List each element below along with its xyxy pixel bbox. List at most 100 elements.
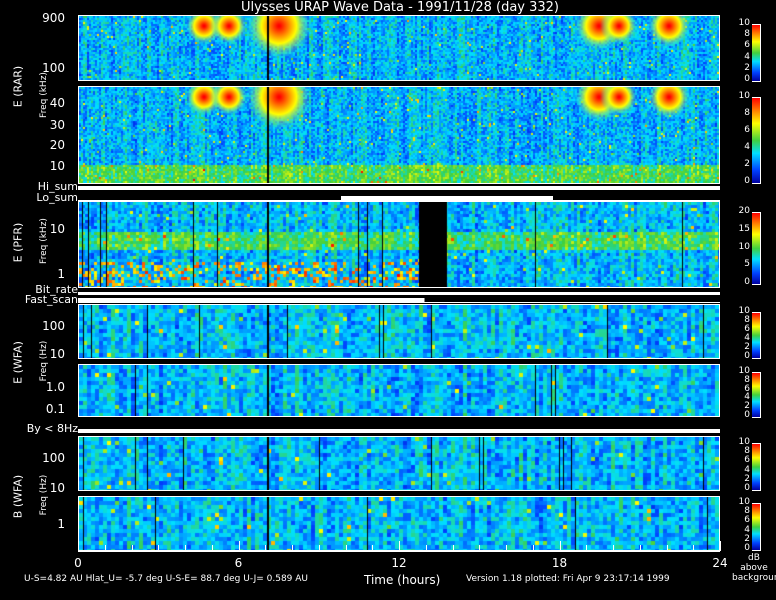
flag-fast-scan-label: Fast_scan [24,293,78,306]
y-tick-label: 20 [49,138,65,152]
x-tick-mark [185,545,186,551]
colorbar-tick-label: 0 [744,351,750,361]
colorbar-tick-label: 0 [744,483,750,493]
x-tick-mark [425,545,427,551]
wfa-b-label: B (WFA) [11,474,25,519]
y-tick-label: 100 [42,61,65,75]
colorbar-tick-label: 0 [744,543,750,553]
x-axis-label: Time (hours) [364,573,441,587]
colorbar-tick-label: 2 [744,159,750,169]
colorbar-tick-label: 6 [744,40,750,51]
x-tick-mark [452,545,454,551]
wfa-e-label: E (WFA) [11,341,25,384]
spectrogram-heatmap [79,87,719,183]
units-line: background [732,573,776,583]
spectrogram-heatmap [79,16,719,80]
x-tick-mark [506,545,507,551]
rar-freq-label: Freq (kHz) [39,72,49,118]
colorbar-tick-label: 10 [738,91,750,101]
x-tick-mark [78,541,79,551]
colorbar-tick-label: 8 [744,29,750,40]
y-tick-label: 900 [42,11,65,25]
x-tick-mark [292,545,293,551]
x-tick-label: 0 [74,556,82,570]
bit-rate-bar [78,292,720,295]
y-tick-label: 10 [49,222,65,236]
colorbar-tick-label: 0 [744,176,750,186]
spectrogram-heatmap [79,365,719,416]
x-tick-mark [399,541,400,551]
colorbar [752,443,761,491]
y-tick-label: 30 [49,118,65,132]
y-tick-label: 1 [57,517,65,531]
colorbar-tick-label: 4 [744,51,750,62]
colorbar [752,24,761,82]
version-text: Version 1.18 plotted: Fri Apr 9 23:17:14… [466,574,670,584]
x-tick-label: 18 [551,556,568,570]
colorbar-tick-label: 0 [744,410,750,420]
spectrogram-panel-2 [78,86,720,184]
x-tick-mark [345,545,347,551]
pfr-label: E (PFR) [11,222,25,263]
colorbar [752,97,761,184]
ephemeris-text: U-S=4.82 AU Hlat_U= -5.7 deg U-S-E= 88.7… [24,574,309,584]
y-tick-label: 1.0 [45,380,65,394]
y-tick-label: 1 [57,267,65,281]
x-tick-mark [720,541,721,551]
y-tick-label: 100 [42,319,65,333]
colorbar-units: dB above background [732,553,776,583]
x-tick-label: 24 [712,556,728,570]
y-tick-label: 10 [49,481,65,495]
y-tick-label: 10 [49,159,65,173]
units-line: above [740,563,768,573]
x-tick-label: 6 [234,556,243,570]
x-tick-mark [532,545,534,551]
colorbar-tick-label: 0 [744,277,750,287]
y-tick-label: 10 [49,347,65,361]
x-tick-mark [693,545,695,551]
spectrogram-panel-1 [78,15,720,81]
colorbar [752,503,761,551]
colorbar-tick-label: 2 [744,62,750,73]
plot-title: Ulysses URAP Wave Data - 1991/11/28 (day… [240,0,560,15]
flag-by-label: By < 8Hz [26,422,78,435]
hi-sum-bar [78,186,720,190]
by-bar [78,429,720,433]
fast-scan-bar [78,298,720,303]
urap-plot: Ulysses URAP Wave Data - 1991/11/28 (day… [0,0,776,600]
x-tick-mark [318,545,320,551]
spectrogram-heatmap [79,202,719,287]
colorbar-tick-label: 20 [738,206,750,216]
colorbar [752,212,761,285]
colorbar-tick-label: 8 [744,108,750,118]
x-tick-mark [158,545,160,551]
y-tick-label: 100 [42,451,65,465]
x-tick-mark [479,545,481,551]
x-tick-mark [104,545,106,551]
colorbar-tick-label: 5 [744,259,750,270]
spectrogram-heatmap [79,305,719,358]
x-tick-mark [586,545,588,551]
spectrogram-panel-6 [78,436,720,491]
colorbar-tick-label: 10 [738,18,750,28]
x-tick-mark [559,541,561,551]
units-line: dB [748,553,760,563]
x-axis [78,551,720,552]
x-tick-mark [265,545,267,551]
x-tick-mark [639,545,641,551]
colorbar-tick-label: 10 [738,241,750,252]
colorbar [752,312,761,359]
x-tick-mark [211,545,213,551]
colorbar [752,372,761,418]
spectrogram-panel-3 [78,201,720,288]
colorbar-tick-label: 6 [744,125,750,135]
colorbar-tick-label: 15 [738,223,750,234]
flag-lo-sum-label: Lo_sum [36,191,78,204]
x-tick-mark [238,541,240,551]
spectrogram-heatmap [79,437,719,490]
colorbar-tick-label: 4 [744,142,750,152]
spectrogram-panel-4 [78,304,720,359]
spectrogram-panel-5 [78,364,720,417]
y-tick-label: 40 [49,96,65,110]
x-tick-mark [131,545,133,551]
